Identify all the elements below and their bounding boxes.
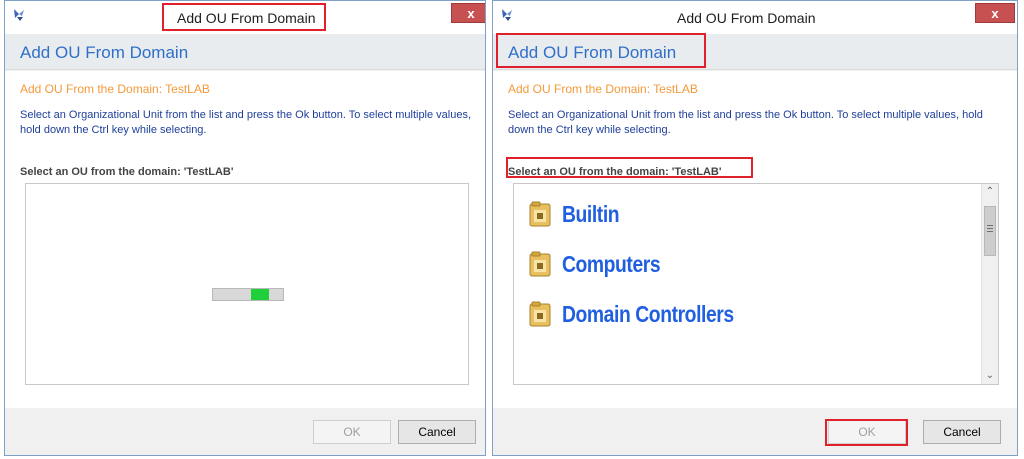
vertical-scrollbar[interactable]: ⌃ ⌄ <box>981 184 998 384</box>
scrollbar-thumb[interactable] <box>984 206 996 256</box>
ou-list: Builtin Computers Domain Controllers <box>514 184 754 384</box>
left-ou-listbox[interactable] <box>25 183 469 385</box>
left-window-title: Add OU From Domain <box>177 10 316 26</box>
left-section-label: Select an OU from the domain: 'TestLAB' <box>20 166 234 178</box>
left-dialog-window: Add OU From Domain x Add OU From Domain … <box>4 0 486 456</box>
right-dialog-window: Add OU From Domain x Add OU From Domain … <box>492 0 1018 456</box>
ou-folder-icon <box>529 301 551 327</box>
app-icon <box>14 9 24 21</box>
right-cancel-button[interactable]: Cancel <box>923 420 1001 444</box>
right-content: Add OU From the Domain: TestLAB Select a… <box>493 71 1017 408</box>
left-header-band: Add OU From Domain <box>5 34 485 70</box>
app-icon <box>502 9 512 21</box>
left-instructions: Select an Organizational Unit from the l… <box>20 109 472 136</box>
ou-item-builtin[interactable]: Builtin <box>529 198 630 230</box>
right-header-band: Add OU From Domain <box>493 34 1017 70</box>
screenshot-stage: Add OU From Domain x Add OU From Domain … <box>0 0 1024 459</box>
scroll-down-arrow-icon[interactable]: ⌄ <box>982 368 998 384</box>
ou-name-domain-controllers: Domain Controllers <box>562 300 734 327</box>
right-window-title: Add OU From Domain <box>677 10 816 26</box>
right-titlebar[interactable]: Add OU From Domain x <box>493 1 1017 34</box>
right-header-title: Add OU From Domain <box>508 43 677 62</box>
left-titlebar[interactable]: Add OU From Domain x <box>5 1 485 34</box>
right-footer: OK Cancel <box>493 408 1017 455</box>
ou-name-builtin: Builtin <box>562 200 620 227</box>
right-section-label: Select an OU from the domain: 'TestLAB' <box>508 166 722 178</box>
left-content: Add OU From the Domain: TestLAB Select a… <box>5 71 485 408</box>
right-ou-listbox[interactable]: Builtin Computers Domain Controllers ⌃ ⌄ <box>513 183 999 385</box>
ou-item-computers[interactable]: Computers <box>529 248 679 280</box>
right-instructions: Select an Organizational Unit from the l… <box>508 109 983 136</box>
left-cancel-button[interactable]: Cancel <box>398 420 476 444</box>
close-button[interactable]: x <box>975 3 1015 23</box>
left-ok-button[interactable]: OK <box>313 420 391 444</box>
scroll-up-arrow-icon[interactable]: ⌃ <box>982 184 998 200</box>
ou-name-computers: Computers <box>562 250 661 277</box>
right-subtitle: Add OU From the Domain: TestLAB <box>508 82 698 96</box>
ou-folder-icon <box>529 201 551 227</box>
ou-folder-icon <box>529 251 551 277</box>
left-subtitle: Add OU From the Domain: TestLAB <box>20 82 210 96</box>
left-footer: OK Cancel <box>5 408 485 455</box>
left-header-title: Add OU From Domain <box>20 43 189 62</box>
ou-item-domain-controllers[interactable]: Domain Controllers <box>529 298 766 330</box>
progress-indicator <box>251 289 269 300</box>
right-ok-button[interactable]: OK <box>828 420 906 444</box>
grip-icon <box>987 225 993 232</box>
close-button[interactable]: x <box>451 3 485 23</box>
loading-progress-bar <box>212 288 284 301</box>
panel-divider <box>487 0 490 459</box>
